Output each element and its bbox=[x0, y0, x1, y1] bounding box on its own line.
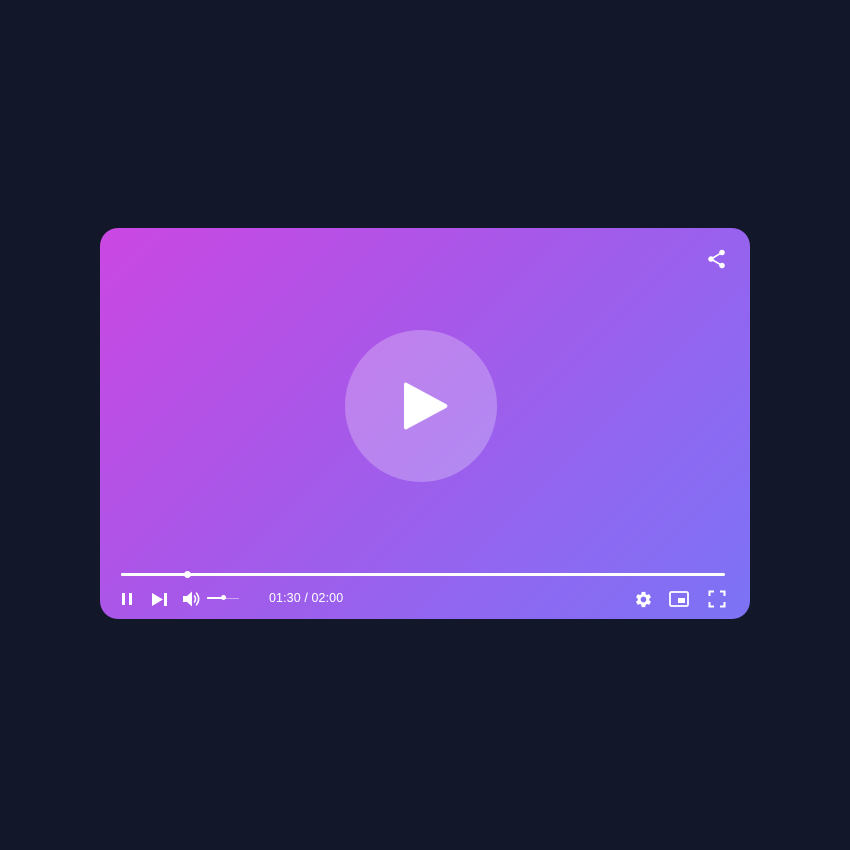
volume-handle[interactable] bbox=[221, 595, 226, 600]
miniplayer-button[interactable] bbox=[668, 588, 690, 610]
share-icon bbox=[708, 249, 725, 269]
video-player[interactable]: 01:30 / 02:00 bbox=[100, 228, 750, 619]
gear-icon bbox=[635, 591, 651, 607]
settings-button[interactable] bbox=[632, 588, 654, 610]
progress-played bbox=[121, 573, 188, 576]
time-display: 01:30 / 02:00 bbox=[269, 591, 343, 605]
fullscreen-button[interactable] bbox=[706, 588, 728, 610]
time-separator: / bbox=[300, 591, 312, 605]
progress-track bbox=[121, 573, 725, 576]
volume-slider[interactable] bbox=[207, 595, 239, 601]
progress-handle[interactable] bbox=[184, 571, 192, 578]
pause-icon bbox=[122, 593, 132, 605]
next-button[interactable] bbox=[149, 588, 169, 610]
volume-icon bbox=[183, 591, 200, 607]
play-icon bbox=[404, 382, 448, 430]
volume-button[interactable] bbox=[181, 588, 203, 610]
progress-bar[interactable] bbox=[121, 571, 725, 578]
fullscreen-icon bbox=[708, 590, 726, 608]
share-button[interactable] bbox=[706, 248, 728, 270]
skip-next-icon bbox=[151, 592, 167, 606]
picture-in-picture-icon bbox=[669, 591, 689, 607]
pause-button[interactable] bbox=[118, 588, 136, 610]
big-play-button[interactable] bbox=[345, 330, 497, 482]
duration: 02:00 bbox=[311, 591, 344, 605]
current-time: 01:30 bbox=[269, 591, 301, 605]
